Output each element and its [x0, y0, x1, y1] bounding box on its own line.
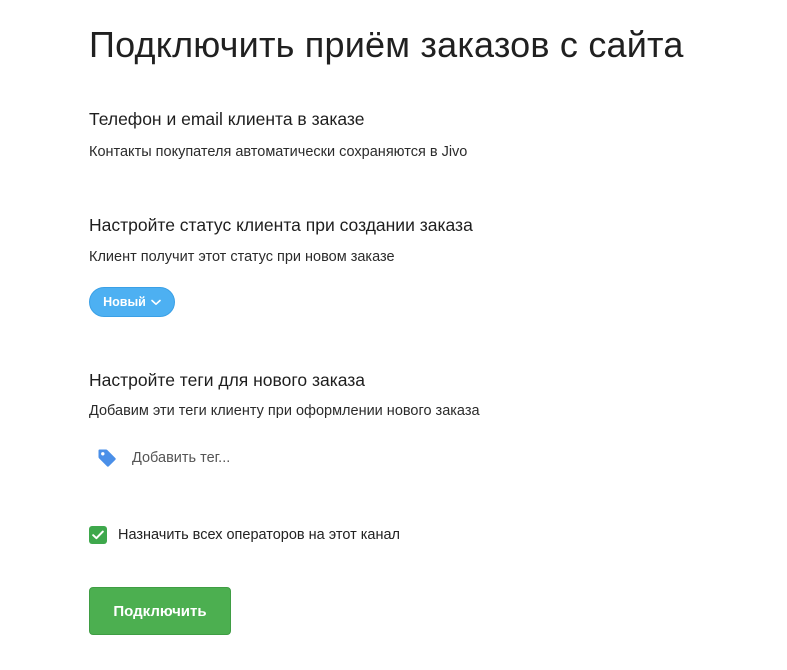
status-dropdown-value: Новый [103, 295, 146, 309]
tag-icon [96, 447, 118, 469]
connect-button[interactable]: Подключить [89, 587, 231, 635]
contacts-description: Контакты покупателя автоматически сохран… [89, 144, 468, 160]
assign-operators-row[interactable]: Назначить всех операторов на этот канал [89, 526, 400, 544]
status-dropdown[interactable]: Новый [89, 287, 175, 317]
status-description: Клиент получит этот статус при новом зак… [89, 249, 395, 265]
assign-operators-checkbox[interactable] [89, 526, 107, 544]
contacts-heading: Телефон и email клиента в заказе [89, 109, 365, 129]
assign-operators-label: Назначить всех операторов на этот канал [118, 527, 400, 543]
chevron-down-icon [151, 299, 161, 306]
tags-description: Добавим эти теги клиенту при оформлении … [89, 403, 480, 419]
page-title: Подключить приём заказов с сайта [89, 24, 684, 65]
checkmark-icon [92, 530, 104, 540]
tag-input[interactable] [132, 450, 352, 466]
tag-input-row [96, 446, 352, 470]
status-heading: Настройте статус клиента при создании за… [89, 215, 473, 235]
tags-heading: Настройте теги для нового заказа [89, 370, 366, 390]
